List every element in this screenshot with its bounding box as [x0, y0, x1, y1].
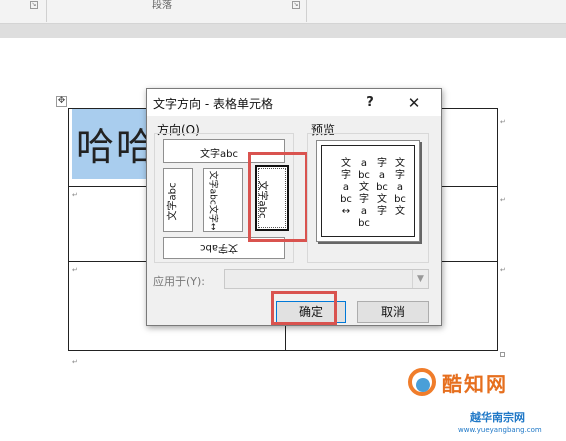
- close-button[interactable]: ✕: [399, 92, 429, 114]
- end-of-cell-mark: ↵: [72, 266, 78, 274]
- ribbon-separator: [306, 0, 307, 22]
- table-border: [68, 108, 69, 351]
- paragraph-mark: ↵: [72, 358, 78, 366]
- watermark-logo-dot-icon: [416, 378, 430, 392]
- orientation-upside-down-option[interactable]: 文字abc: [163, 237, 285, 259]
- end-of-row-mark: ↵: [500, 196, 506, 204]
- table-border: [497, 108, 498, 351]
- orientation-sample-text: 文字abc: [200, 149, 238, 160]
- ok-button[interactable]: 确定: [276, 301, 346, 323]
- table-move-handle-icon[interactable]: ✥: [56, 96, 67, 107]
- apply-to-label: 应用于(Y):: [153, 275, 206, 288]
- orientation-sample-text: 文字abc: [256, 180, 268, 219]
- watermark-subtitle: 越华南宗网: [470, 411, 525, 424]
- orientation-horizontal-option[interactable]: 文字abc: [163, 139, 285, 163]
- cancel-button[interactable]: 取消: [357, 301, 429, 323]
- help-button[interactable]: ?: [359, 92, 381, 114]
- orientation-vertical-left-option[interactable]: 文字abc: [163, 168, 193, 232]
- ribbon-bar: ↘ 段落 ↘: [0, 0, 566, 24]
- preview-column: 文字abc↔: [340, 158, 352, 217]
- chevron-down-icon[interactable]: ▼: [412, 270, 428, 288]
- font-dialog-launcher-icon[interactable]: ↘: [30, 1, 38, 9]
- orientation-vertical-right-option[interactable]: 文字abc: [255, 165, 289, 231]
- dialog-title: 文字方向 - 表格单元格: [153, 97, 273, 111]
- table-border: [68, 350, 498, 351]
- paragraph-dialog-launcher-icon[interactable]: ↘: [292, 1, 300, 9]
- orientation-sample-text: 文字abc文字↔: [207, 170, 218, 231]
- ruler-gutter: [0, 24, 566, 38]
- orientation-sample-text: 文字abc: [167, 182, 179, 221]
- table-resize-handle[interactable]: [500, 352, 505, 357]
- apply-to-select[interactable]: ▼: [224, 269, 429, 289]
- text-direction-dialog: 文字方向 - 表格单元格 ? ✕ 方向(O) 文字abc 文字abc 文字abc…: [146, 88, 442, 326]
- ribbon-group-paragraph: 段落: [152, 0, 172, 11]
- end-of-row-mark: ↵: [500, 118, 506, 126]
- preview-column: abc文字abc: [358, 158, 370, 229]
- ribbon-separator: [46, 0, 47, 22]
- end-of-row-mark: ↵: [500, 266, 506, 274]
- end-of-cell-mark: ↵: [72, 191, 78, 199]
- preview-panel: 文字abc文 字abc文字 abc文字abc 文字abc↔: [316, 140, 420, 242]
- preview-column: 字abc文字: [376, 158, 388, 217]
- preview-column: 文字abc文: [394, 158, 406, 217]
- dialog-titlebar[interactable]: 文字方向 - 表格单元格 ? ✕: [147, 89, 441, 116]
- watermark-url: www.yueyangbang.com: [458, 426, 542, 434]
- watermark-brand: 酷知网: [442, 372, 508, 396]
- orientation-stacked-option[interactable]: 文字abc文字↔: [203, 168, 243, 232]
- preview-page: 文字abc文 字abc文字 abc文字abc 文字abc↔: [321, 145, 415, 237]
- orientation-sample-text: 文字abc: [200, 242, 238, 253]
